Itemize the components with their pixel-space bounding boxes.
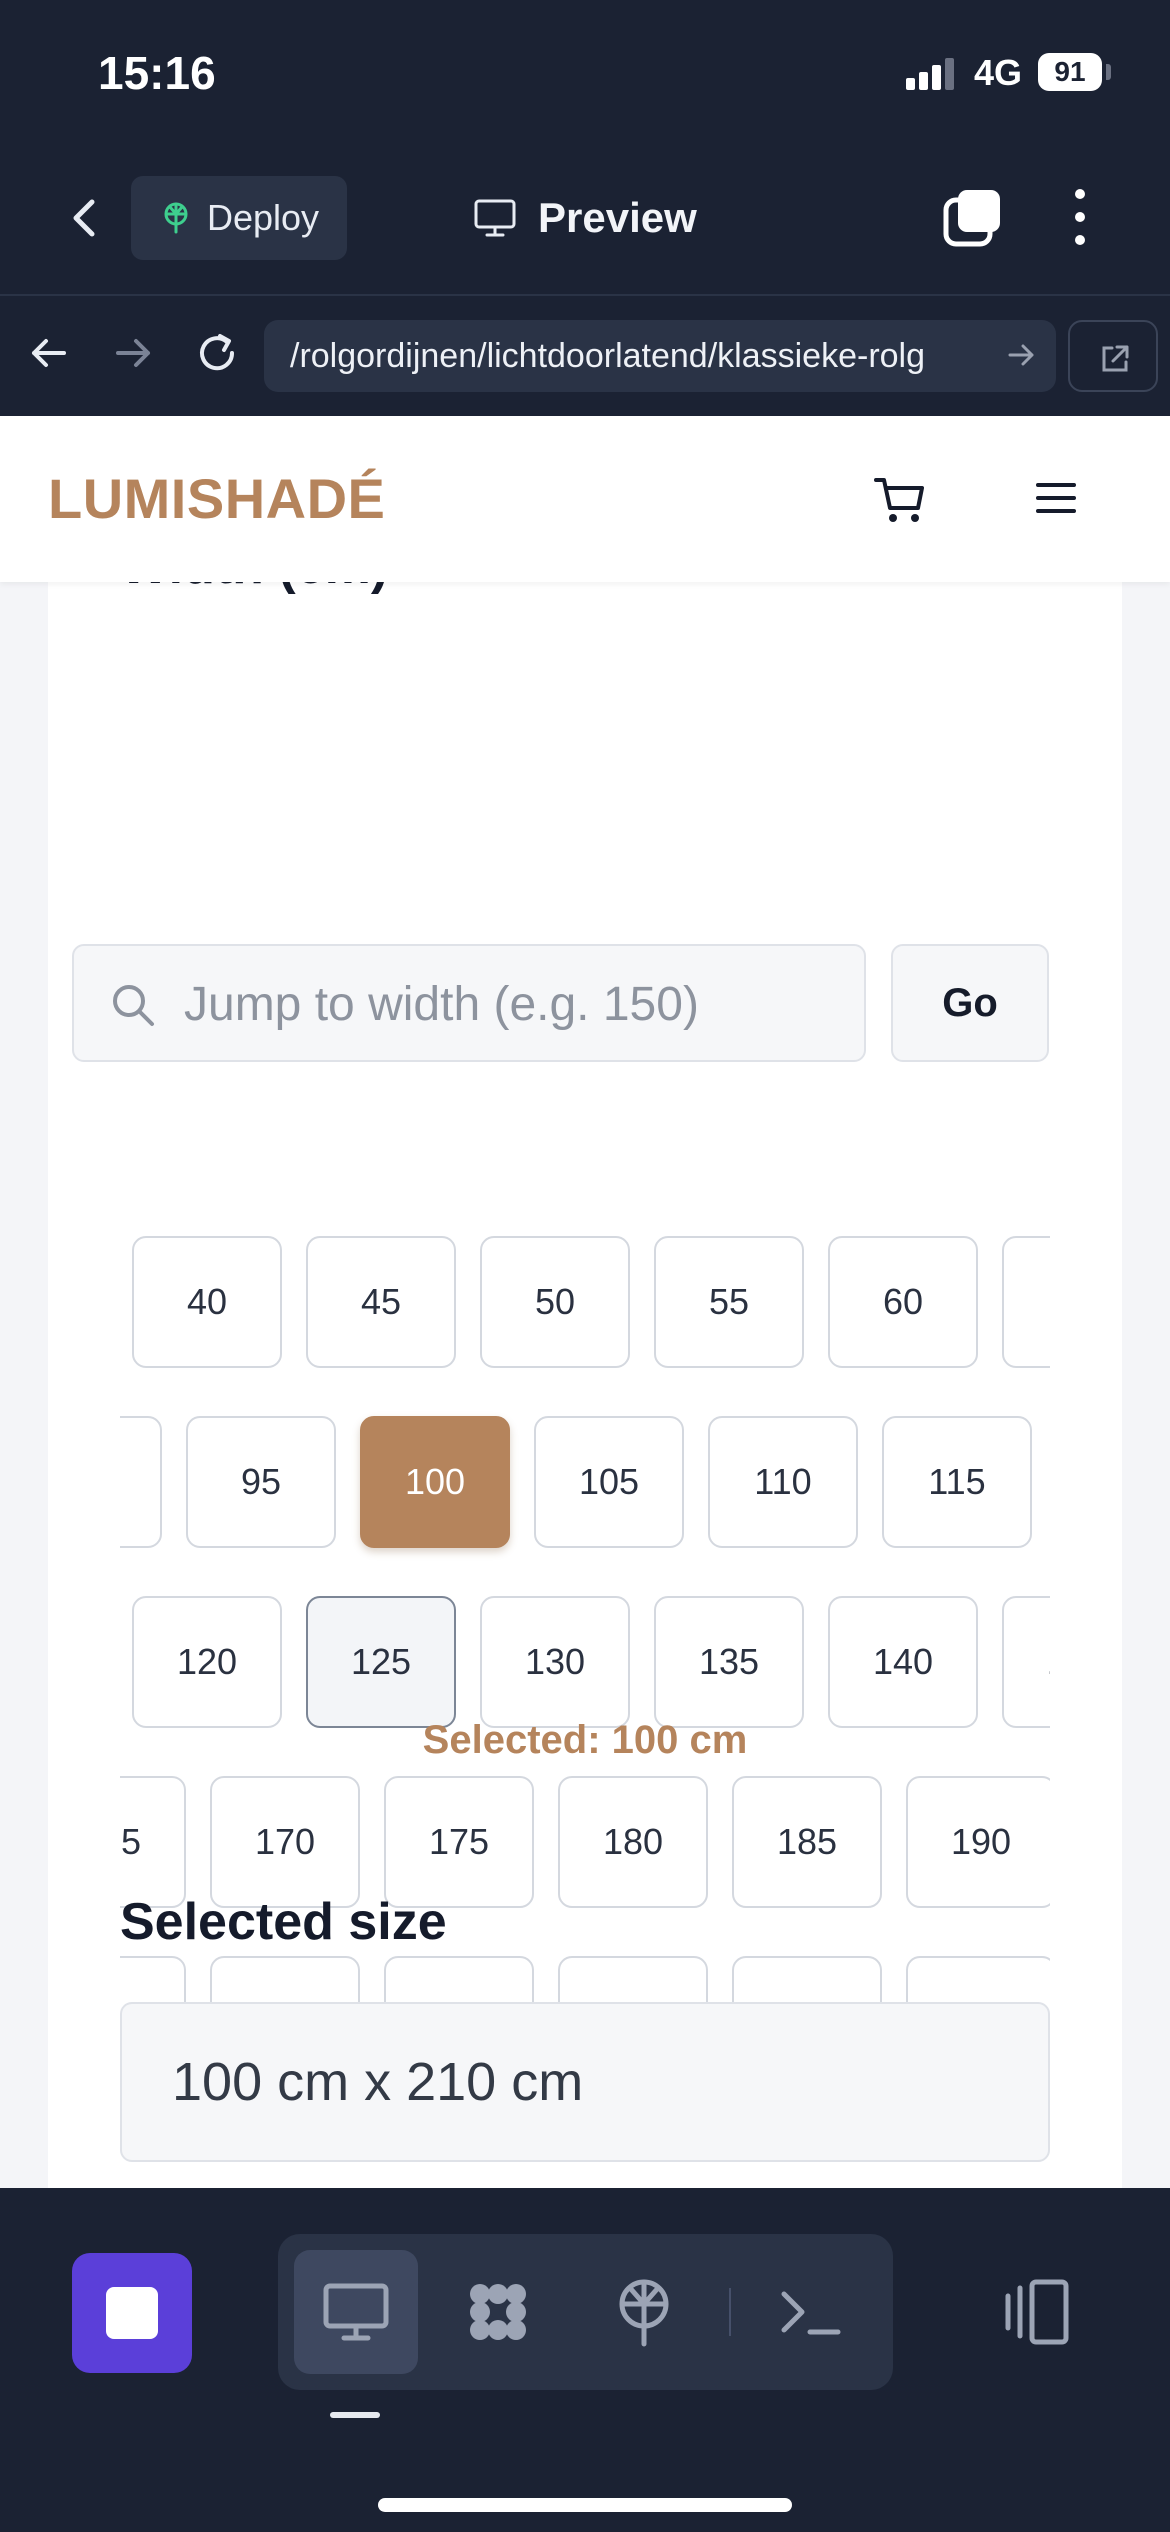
stop-button[interactable] <box>72 2253 192 2373</box>
width-option[interactable]: 110 <box>708 1416 858 1548</box>
preview-title[interactable]: Preview <box>474 188 697 248</box>
terminal-icon[interactable] <box>770 2272 850 2352</box>
width-option[interactable]: 95 <box>186 1416 336 1548</box>
width-option[interactable]: 165 <box>120 1776 186 1908</box>
view-switcher <box>278 2234 893 2390</box>
width-option[interactable]: 190 <box>906 1776 1050 1908</box>
workspace-icon[interactable] <box>458 2272 538 2352</box>
width-row: 9095100105110115 <box>120 1416 1050 1548</box>
width-option[interactable]: 145 <box>1002 1596 1050 1728</box>
app-header: Deploy Preview <box>0 150 1170 292</box>
width-option[interactable]: 105 <box>534 1416 684 1548</box>
network-type: 4G <box>974 52 1023 93</box>
width-option[interactable]: 135 <box>654 1596 804 1728</box>
width-option[interactable]: 115 <box>882 1416 1032 1548</box>
width-search-input[interactable] <box>184 966 844 1042</box>
battery-tip <box>1106 64 1111 80</box>
search-icon <box>113 985 154 1026</box>
preview-label: Preview <box>538 194 697 241</box>
home-indicator <box>378 2498 792 2512</box>
panels-icon[interactable] <box>998 2274 1074 2350</box>
web-preview: LUMISHADÉ Width (cm) Go 4045505560659095… <box>0 416 1170 2188</box>
width-option[interactable]: 55 <box>654 1236 804 1368</box>
deploy-label: Deploy <box>207 197 320 238</box>
deploy-icon[interactable] <box>604 2272 684 2352</box>
width-option[interactable]: 130 <box>480 1596 630 1728</box>
width-row: 165170175180185190195 <box>120 1776 1050 1908</box>
arrow-right-icon[interactable] <box>104 324 162 382</box>
cart-icon[interactable] <box>870 470 930 530</box>
width-row: 404550556065 <box>120 1236 1050 1368</box>
hamburger-icon[interactable] <box>1030 472 1082 524</box>
width-option[interactable]: 120 <box>132 1596 282 1728</box>
arrow-right-icon[interactable] <box>1004 338 1038 372</box>
selected-size-field: 100 cm x 210 cm <box>120 2002 1050 2162</box>
toolbar-divider <box>729 2288 731 2336</box>
stop-icon <box>106 2287 158 2339</box>
width-row: 120125130135140 145 <box>120 1596 1050 1728</box>
site-header: LUMISHADÉ <box>0 416 1170 582</box>
site-logo[interactable]: LUMISHADÉ <box>48 466 385 531</box>
width-option[interactable]: 90 <box>120 1416 162 1548</box>
active-tab-indicator <box>330 2412 380 2418</box>
back-chevron-icon[interactable] <box>58 190 114 246</box>
deploy-icon <box>164 202 188 234</box>
width-option[interactable]: 185 <box>732 1776 882 1908</box>
reload-icon[interactable] <box>188 324 246 382</box>
open-external-button[interactable] <box>1068 320 1158 392</box>
deploy-button[interactable]: Deploy <box>131 176 347 260</box>
width-search <box>72 944 866 1062</box>
width-option[interactable]: 50 <box>480 1236 630 1368</box>
kebab-icon[interactable] <box>1060 186 1100 248</box>
selected-size-title: Selected size <box>120 1893 447 1951</box>
width-option[interactable]: 45 <box>306 1236 456 1368</box>
width-option[interactable]: 40 <box>132 1236 282 1368</box>
monitor-icon <box>323 2283 389 2341</box>
width-option[interactable]: 100 <box>360 1416 510 1548</box>
monitor-icon <box>474 199 516 237</box>
arrow-left-icon[interactable] <box>20 324 78 382</box>
width-option[interactable]: 170 <box>210 1776 360 1908</box>
url-field[interactable]: /rolgordijnen/lichtdoorlatend/klassieke-… <box>264 320 1056 392</box>
width-option[interactable]: 65 <box>1002 1236 1050 1368</box>
bottom-toolbar <box>0 2188 1170 2532</box>
external-link-icon <box>1102 345 1129 372</box>
width-option[interactable]: 60 <box>828 1236 978 1368</box>
width-option[interactable]: 140 <box>828 1596 978 1728</box>
status-time: 15:16 <box>98 47 216 99</box>
width-option[interactable]: 125 <box>306 1596 456 1728</box>
tabs-icon[interactable] <box>942 186 1004 248</box>
selected-width-note: Selected: 100 cm <box>422 1718 748 1762</box>
signal-icon <box>906 58 956 90</box>
battery-icon: 91 <box>1038 53 1102 91</box>
width-option[interactable]: 175 <box>384 1776 534 1908</box>
url-bar: /rolgordijnen/lichtdoorlatend/klassieke-… <box>0 294 1170 416</box>
go-button[interactable]: Go <box>891 944 1049 1062</box>
width-option[interactable]: 180 <box>558 1776 708 1908</box>
url-text: /rolgordijnen/lichtdoorlatend/klassieke-… <box>290 337 926 375</box>
status-bar: 15:16 4G 91 <box>0 0 1170 150</box>
